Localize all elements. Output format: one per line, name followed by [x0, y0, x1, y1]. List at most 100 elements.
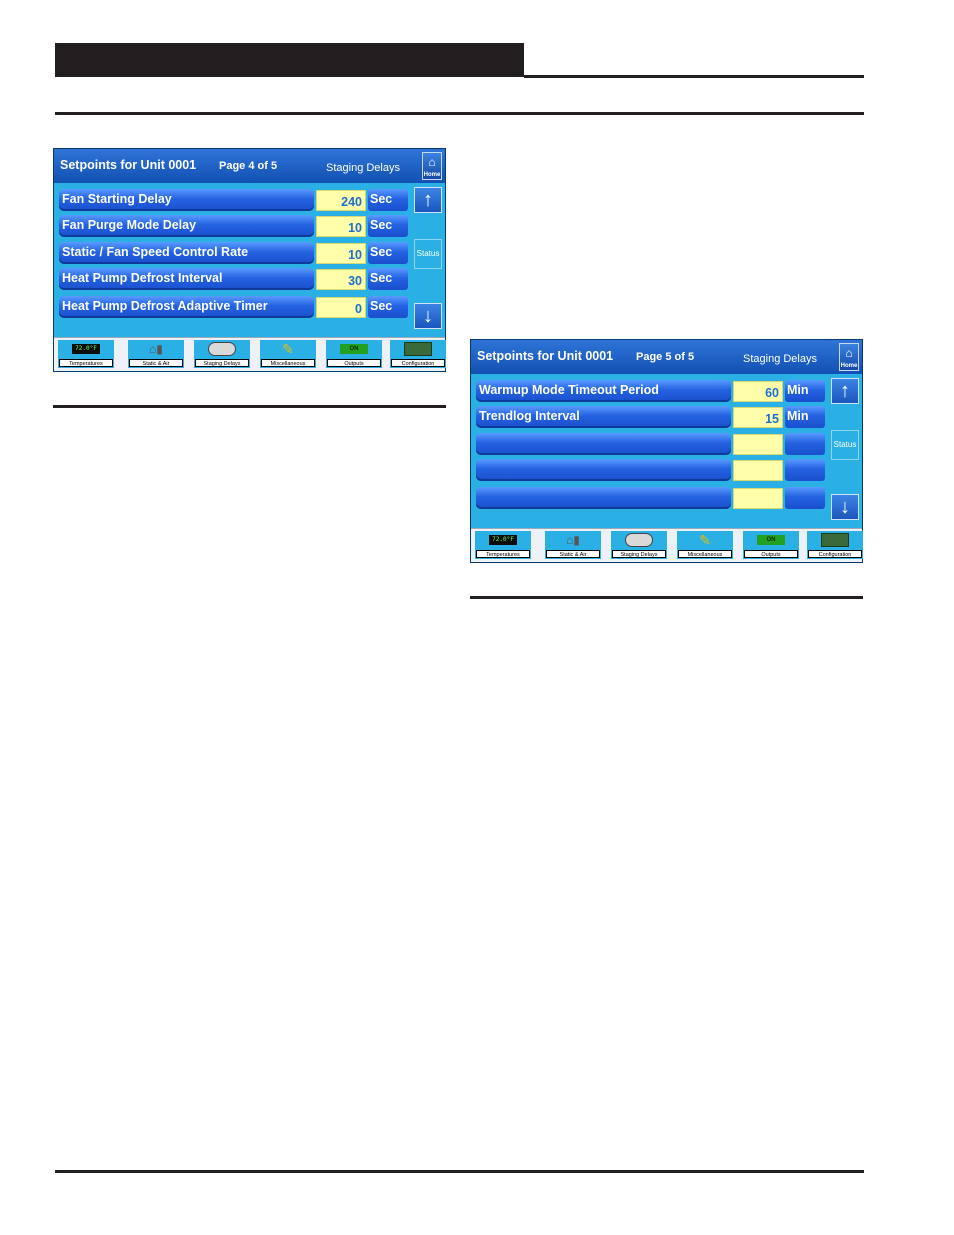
setpoint-button[interactable]: Static / Fan Speed Control Rate	[59, 242, 314, 264]
setpoint-value-field[interactable]: 10	[316, 243, 366, 264]
screen-title: Setpoints for Unit 0001	[60, 158, 197, 172]
setpoint-value-field[interactable]	[733, 434, 783, 455]
home-label: Home	[840, 363, 858, 369]
bottom-nav: 72.0°F Temperatures ⌂▮ Static & Air Stag…	[471, 528, 863, 562]
nav-outputs[interactable]: ON Outputs	[743, 531, 799, 559]
setpoint-button[interactable]: Heat Pump Defrost Adaptive Timer	[59, 296, 314, 318]
caption-rule	[470, 596, 863, 599]
setpoint-unit: Min	[785, 380, 825, 402]
nav-label: Staging Delays	[195, 359, 249, 367]
caption-rule	[53, 405, 446, 408]
scroll-up-button[interactable]: ↑	[831, 378, 859, 404]
sub-header-rule	[55, 112, 864, 115]
setpoint-unit: Sec	[368, 242, 408, 264]
nav-label: Staging Delays	[612, 550, 666, 558]
nav-staging-delays[interactable]: Staging Delays	[194, 340, 250, 368]
nav-label: Static & Air	[129, 359, 183, 367]
arrow-down-icon: ↓	[423, 305, 433, 327]
setpoint-value-field[interactable]: 10	[316, 216, 366, 237]
header-rule	[524, 75, 864, 78]
nav-temperatures[interactable]: 72.0°F Temperatures	[475, 531, 531, 559]
setpoint-value-field[interactable]	[733, 488, 783, 509]
setpoint-unit: Min	[785, 406, 825, 428]
setpoint-unit: Sec	[368, 189, 408, 211]
home-button[interactable]: ⌂ Home	[422, 152, 442, 180]
arrow-down-icon: ↓	[840, 496, 850, 518]
nav-configuration[interactable]: Configuration	[390, 340, 446, 368]
setpoint-value-field[interactable]	[733, 460, 783, 481]
setpoints-screen-page-5: Setpoints for Unit 0001 Page 5 of 5 Stag…	[470, 339, 863, 563]
house-icon: ⌂	[428, 155, 436, 169]
screen-title: Setpoints for Unit 0001	[477, 349, 614, 363]
scroll-up-button[interactable]: ↑	[414, 187, 442, 213]
arrow-up-icon: ↑	[840, 380, 850, 402]
static-air-icon: ⌂▮	[566, 533, 580, 547]
temperature-display-icon: 72.0°F	[72, 344, 100, 354]
scroll-down-button[interactable]: ↓	[831, 494, 859, 520]
setpoint-button[interactable]: Trendlog Interval	[476, 406, 731, 428]
setpoint-value-field[interactable]: 0	[316, 297, 366, 318]
status-button[interactable]: Status	[414, 239, 442, 269]
section-title: Staging Delays	[326, 162, 400, 174]
section-title: Staging Delays	[743, 353, 817, 365]
miscellaneous-icon: ✎	[282, 341, 294, 357]
nav-static-air[interactable]: ⌂▮ Static & Air	[545, 531, 601, 559]
setpoint-list: Fan Starting Delay 240 Sec Fan Purge Mod…	[54, 183, 445, 337]
house-icon: ⌂	[845, 346, 853, 360]
bottom-nav: 72.0°F Temperatures ⌂▮ Static & Air Stag…	[54, 337, 446, 371]
nav-label: Miscellaneous	[261, 359, 315, 367]
page-indicator: Page 4 of 5	[219, 160, 278, 172]
nav-outputs[interactable]: ON Outputs	[326, 340, 382, 368]
temperature-display-icon: 72.0°F	[489, 535, 517, 545]
setpoint-button[interactable]	[476, 459, 731, 481]
setpoint-value-field[interactable]: 30	[316, 269, 366, 290]
configuration-board-icon	[404, 342, 432, 356]
nav-label: Outputs	[327, 359, 381, 367]
setpoint-button[interactable]: Fan Starting Delay	[59, 189, 314, 211]
miscellaneous-icon: ✎	[699, 532, 711, 548]
title-bar: Setpoints for Unit 0001 Page 5 of 5 Stag…	[471, 340, 862, 374]
nav-label: Configuration	[391, 359, 445, 367]
setpoint-button[interactable]	[476, 487, 731, 509]
setpoint-unit	[785, 459, 825, 481]
nav-label: Miscellaneous	[678, 550, 732, 558]
nav-label: Temperatures	[476, 550, 530, 558]
setpoints-screen-page-4: Setpoints for Unit 0001 Page 4 of 5 Stag…	[53, 148, 446, 372]
nav-label: Outputs	[744, 550, 798, 558]
setpoint-value-field[interactable]: 15	[733, 407, 783, 428]
status-button[interactable]: Status	[831, 430, 859, 460]
setpoint-unit: Sec	[368, 215, 408, 237]
staging-delays-icon	[208, 342, 236, 356]
staging-delays-icon	[625, 533, 653, 547]
nav-miscellaneous[interactable]: ✎ Miscellaneous	[260, 340, 316, 368]
arrow-up-icon: ↑	[423, 189, 433, 211]
setpoint-unit	[785, 487, 825, 509]
nav-label: Temperatures	[59, 359, 113, 367]
scroll-down-button[interactable]: ↓	[414, 303, 442, 329]
setpoint-value-field[interactable]: 60	[733, 381, 783, 402]
nav-configuration[interactable]: Configuration	[807, 531, 863, 559]
setpoint-unit: Sec	[368, 296, 408, 318]
configuration-board-icon	[821, 533, 849, 547]
nav-staging-delays[interactable]: Staging Delays	[611, 531, 667, 559]
nav-temperatures[interactable]: 72.0°F Temperatures	[58, 340, 114, 368]
outputs-icon: ON	[757, 535, 785, 545]
nav-label: Static & Air	[546, 550, 600, 558]
home-label: Home	[423, 172, 441, 178]
setpoint-unit: Sec	[368, 268, 408, 290]
page-indicator: Page 5 of 5	[636, 351, 695, 363]
footer-rule	[55, 1170, 864, 1173]
setpoint-list: Warmup Mode Timeout Period 60 Min Trendl…	[471, 374, 862, 528]
setpoint-button[interactable]: Warmup Mode Timeout Period	[476, 380, 731, 402]
setpoint-button[interactable]: Fan Purge Mode Delay	[59, 215, 314, 237]
outputs-icon: ON	[340, 344, 368, 354]
home-button[interactable]: ⌂ Home	[839, 343, 859, 371]
nav-miscellaneous[interactable]: ✎ Miscellaneous	[677, 531, 733, 559]
setpoint-value-field[interactable]: 240	[316, 190, 366, 211]
nav-static-air[interactable]: ⌂▮ Static & Air	[128, 340, 184, 368]
title-bar: Setpoints for Unit 0001 Page 4 of 5 Stag…	[54, 149, 445, 183]
nav-label: Configuration	[808, 550, 862, 558]
setpoint-unit	[785, 433, 825, 455]
setpoint-button[interactable]	[476, 433, 731, 455]
setpoint-button[interactable]: Heat Pump Defrost Interval	[59, 268, 314, 290]
